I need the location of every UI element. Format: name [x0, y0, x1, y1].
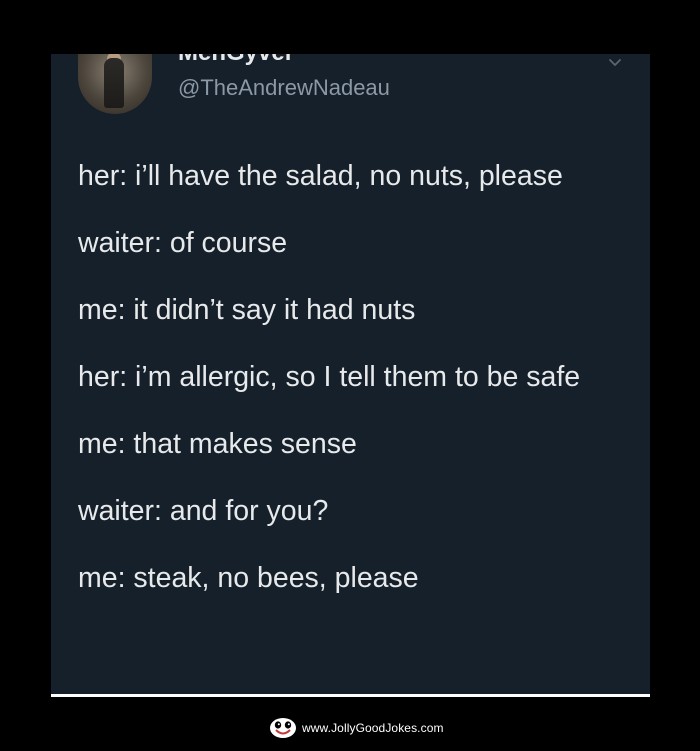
tweet-line: her: i’ll have the salad, no nuts, pleas…	[78, 160, 563, 192]
avatar[interactable]	[78, 54, 152, 114]
tweet-line: me: it didn’t say it had nuts	[78, 294, 416, 326]
grinning-face-logo-icon	[270, 718, 296, 738]
tweet-card: MenGyver @TheAndrewNadeau her: i’ll have…	[51, 54, 650, 695]
tweet-line: her: i’m allergic, so I tell them to be …	[78, 361, 581, 393]
avatar-figure	[104, 58, 124, 108]
author-handle[interactable]: @TheAndrewNadeau	[178, 74, 390, 102]
watermark-site: www.JollyGoodJokes.com	[302, 721, 444, 735]
tweet-line: me: steak, no bees, please	[78, 562, 419, 594]
bottom-rule	[51, 694, 650, 697]
author-display-name[interactable]: MenGyver	[178, 54, 294, 68]
tweet-line: me: that makes sense	[78, 428, 357, 460]
chevron-down-icon[interactable]	[608, 56, 622, 70]
tweet-text: her: i’ll have the salad, no nuts, pleas…	[78, 158, 638, 627]
watermark[interactable]: www.JollyGoodJokes.com	[268, 714, 444, 742]
tweet-line: waiter: and for you?	[78, 495, 329, 527]
tweet-line: waiter: of course	[78, 227, 288, 259]
